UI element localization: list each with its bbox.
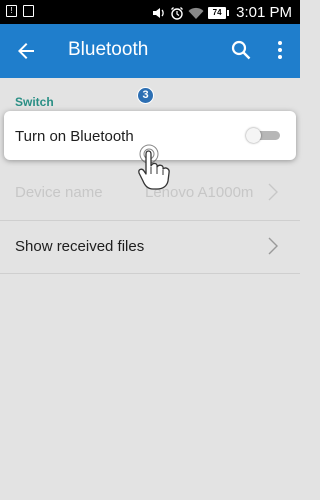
volume-icon — [153, 7, 164, 18]
switch-knob — [246, 128, 261, 143]
more-vert-icon[interactable] — [268, 38, 292, 62]
status-clock: 3:01 PM — [236, 4, 292, 21]
page-title: Bluetooth — [68, 39, 149, 60]
divider — [0, 273, 300, 274]
section-label: Switch — [15, 95, 54, 109]
bluetooth-toggle-label: Turn on Bluetooth — [15, 128, 134, 145]
chevron-right-icon — [268, 183, 278, 201]
device-name-value: Lenovo A1000m — [145, 184, 254, 201]
alarm-icon — [171, 6, 184, 20]
received-files-label: Show received files — [15, 238, 145, 255]
wifi-icon — [188, 7, 204, 19]
status-notifications: ! — [6, 5, 34, 17]
arrow-left-icon[interactable] — [14, 39, 38, 63]
status-time: 3:01 — [236, 4, 266, 21]
notification-icon: ! — [6, 5, 17, 17]
bluetooth-toggle-row[interactable]: Turn on Bluetooth — [4, 111, 296, 160]
received-files-row[interactable]: Show received files — [0, 220, 300, 274]
search-icon[interactable] — [229, 38, 253, 62]
battery-indicator: 74 — [208, 6, 230, 19]
status-bar: ! 74 3:01 PM — [0, 0, 300, 24]
bluetooth-switch[interactable] — [246, 128, 280, 143]
device-name-label: Device name — [15, 184, 103, 201]
app-bar: Bluetooth — [0, 24, 300, 78]
device-name-row: Device name Lenovo A1000m — [0, 166, 300, 220]
status-right: 74 3:01 PM — [152, 4, 292, 21]
step-badge: 3 — [138, 88, 153, 103]
image-notification-icon — [23, 5, 34, 17]
chevron-right-icon — [268, 237, 278, 255]
status-time-suffix: PM — [269, 4, 293, 21]
